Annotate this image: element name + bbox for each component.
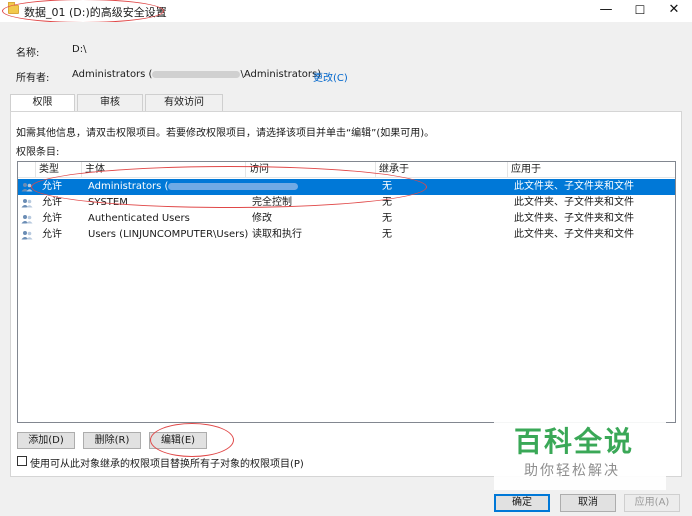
tab-auditing[interactable]: 审核 xyxy=(77,94,143,111)
column-type[interactable]: 类型 xyxy=(36,162,82,178)
ok-button[interactable]: 确定 xyxy=(494,494,550,512)
users-icon xyxy=(21,199,33,208)
cancel-button[interactable]: 取消 xyxy=(560,494,616,512)
header-icon-col xyxy=(18,162,36,178)
cell-principal: Users (LINJUNCOMPUTER\Users) xyxy=(88,229,249,240)
cell-type: 允许 xyxy=(42,213,62,224)
cell-inherited: 无 xyxy=(382,181,392,192)
replace-child-permissions-label: 使用可从此对象继承的权限项目替换所有子对象的权限项目(P) xyxy=(30,459,304,470)
table-row[interactable]: 允许 Authenticated Users 修改 无 此文件夹、子文件夹和文件 xyxy=(18,211,675,227)
entries-label: 权限条目: xyxy=(16,147,60,158)
principal-text: Administrators ( xyxy=(88,181,169,192)
table-row[interactable]: 允许 Users (LINJUNCOMPUTER\Users) 读取和执行 无 … xyxy=(18,227,675,243)
owner-prefix: Administrators ( xyxy=(72,69,153,80)
change-owner-link[interactable]: 更改(C) xyxy=(313,69,348,84)
cell-applies: 此文件夹、子文件夹和文件 xyxy=(514,181,634,192)
table-row[interactable]: 允许 Administrators ( 无 此文件夹、子文件夹和文件 xyxy=(18,179,675,195)
cell-inherited: 无 xyxy=(382,197,392,208)
cell-principal: Administrators ( xyxy=(85,179,299,195)
column-access[interactable]: 访问 xyxy=(246,162,376,178)
minimize-button[interactable]: — xyxy=(588,1,624,21)
cell-type: 允许 xyxy=(42,181,62,192)
name-value: D:\ xyxy=(72,44,87,55)
users-icon xyxy=(21,183,33,192)
cell-access xyxy=(249,179,252,195)
name-label: 名称: xyxy=(16,48,40,59)
column-applies-to[interactable]: 应用于 xyxy=(508,162,675,178)
redacted-blur xyxy=(152,70,241,78)
remove-button[interactable]: 删除(R) xyxy=(83,432,141,449)
list-header: 类型 主体 访问 继承于 应用于 xyxy=(18,162,675,178)
apply-button[interactable]: 应用(A) xyxy=(624,494,680,512)
owner-value: Administrators ( \Administrators) xyxy=(72,69,321,80)
maximize-button[interactable]: ☐ xyxy=(622,1,658,21)
owner-suffix: \Administrators) xyxy=(240,69,322,80)
cell-principal: Authenticated Users xyxy=(88,213,190,224)
dialog-footer: 确定 取消 应用(A) xyxy=(0,486,692,516)
add-button[interactable]: 添加(D) xyxy=(17,432,75,449)
folder-icon xyxy=(8,2,19,14)
close-button[interactable]: ✕ xyxy=(656,1,692,21)
title-bar: 数据_01 (D:)的高级安全设置 — ☐ ✕ xyxy=(0,0,692,22)
cell-applies: 此文件夹、子文件夹和文件 xyxy=(514,197,634,208)
column-inherited-from[interactable]: 继承于 xyxy=(376,162,508,178)
watermark: 百科全说 助你轻松解决 xyxy=(494,414,666,490)
instruction-text: 如需其他信息，请双击权限项目。若要修改权限项目，请选择该项目并单击“编辑”(如果… xyxy=(16,128,435,139)
window-title: 数据_01 (D:)的高级安全设置 xyxy=(24,6,167,19)
cell-access: 读取和执行 xyxy=(252,229,302,240)
cell-inherited: 无 xyxy=(382,213,392,224)
redacted-blur xyxy=(168,182,299,190)
cell-access: 完全控制 xyxy=(252,197,292,208)
tab-permissions[interactable]: 权限 xyxy=(10,94,75,112)
cell-inherited: 无 xyxy=(382,229,392,240)
watermark-sub: 助你轻松解决 xyxy=(524,463,620,479)
users-icon xyxy=(21,215,33,224)
tab-effective-access[interactable]: 有效访问 xyxy=(145,94,223,111)
table-row[interactable]: 允许 SYSTEM 完全控制 无 此文件夹、子文件夹和文件 xyxy=(18,195,675,211)
column-principal[interactable]: 主体 xyxy=(82,162,246,178)
cell-applies: 此文件夹、子文件夹和文件 xyxy=(514,229,634,240)
cell-access: 修改 xyxy=(252,213,272,224)
cell-principal: SYSTEM xyxy=(88,197,128,208)
owner-label: 所有者: xyxy=(16,73,50,84)
cell-applies: 此文件夹、子文件夹和文件 xyxy=(514,213,634,224)
cell-type: 允许 xyxy=(42,229,62,240)
users-icon xyxy=(21,231,33,240)
permission-entries-list[interactable]: 类型 主体 访问 继承于 应用于 允许 Administrators ( 无 此… xyxy=(17,161,676,423)
replace-child-permissions-checkbox[interactable] xyxy=(17,456,27,466)
cell-type: 允许 xyxy=(42,197,62,208)
edit-button[interactable]: 编辑(E) xyxy=(149,432,207,449)
watermark-main: 百科全说 xyxy=(514,425,635,458)
